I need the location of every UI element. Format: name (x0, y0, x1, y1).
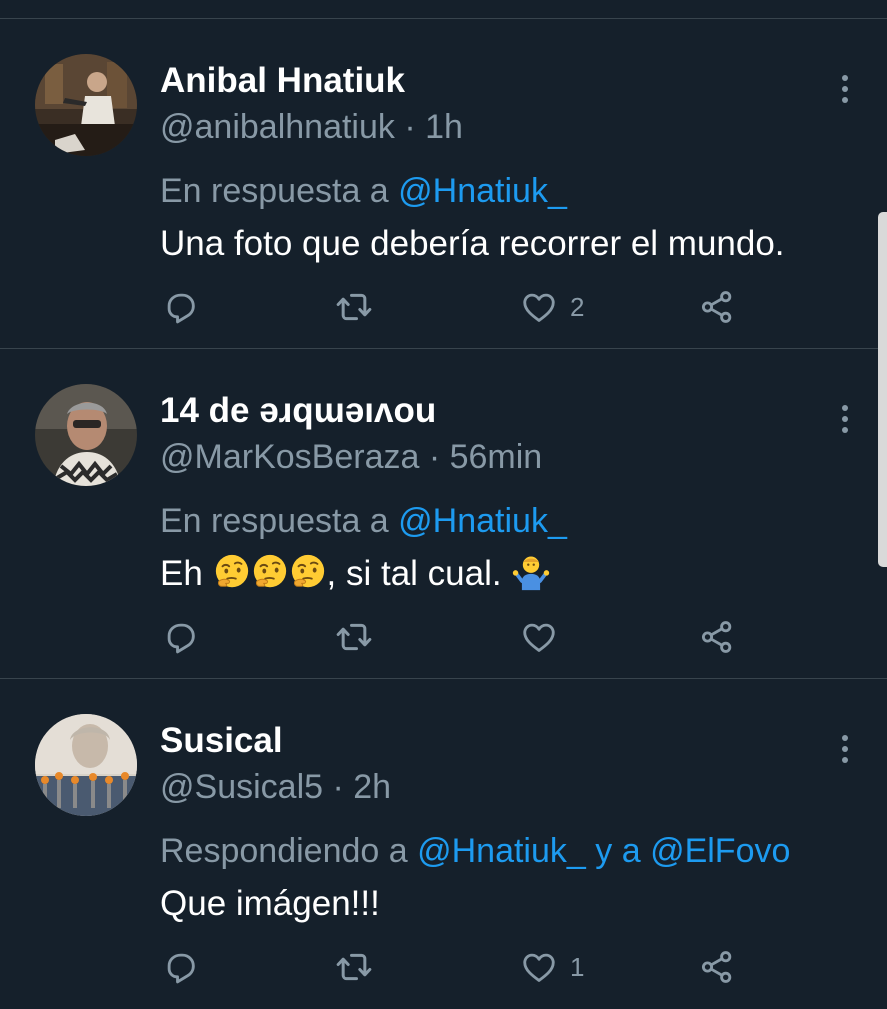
reply-button[interactable] (162, 617, 200, 657)
share-button[interactable] (698, 947, 736, 987)
reply-icon (162, 618, 200, 656)
thinking-face-emoji (213, 553, 251, 591)
avatar-susical[interactable] (35, 714, 137, 816)
retweet-icon (334, 287, 374, 327)
share-icon (698, 948, 736, 986)
display-name[interactable]: 14 de ǝɹqɯǝıʌou (160, 391, 436, 431)
reply-prefix: Respondiendo a (160, 832, 418, 870)
retweet-icon (334, 617, 374, 657)
retweet-icon (334, 947, 374, 987)
tweet-text: Eh , si tal cual. (160, 553, 551, 595)
share-icon (698, 618, 736, 656)
mention-link[interactable]: @ElFovo (650, 832, 790, 870)
timestamp[interactable]: 2h (353, 768, 391, 806)
reply-context: En respuesta a @Hnatiuk_ (160, 171, 567, 211)
tweet[interactable]: Anibal Hnatiuk @anibalhnatiuk · 1h En re… (0, 19, 887, 349)
reply-button[interactable] (162, 287, 200, 327)
reply-prefix: En respuesta a (160, 502, 399, 540)
like-count: 1 (570, 951, 585, 982)
man-shrugging-emoji (511, 553, 551, 591)
share-icon (698, 288, 736, 326)
like-button[interactable]: 2 (520, 287, 584, 327)
heart-icon (520, 618, 558, 656)
handle[interactable]: @anibalhnatiuk (160, 108, 395, 146)
thinking-face-emoji (251, 553, 289, 591)
retweet-button[interactable] (334, 287, 374, 327)
mention-link[interactable]: @Hnatiuk_ (417, 832, 586, 870)
handle[interactable]: @Susical5 (160, 768, 323, 806)
display-name[interactable]: Anibal Hnatiuk (160, 61, 405, 101)
share-button[interactable] (698, 287, 736, 327)
heart-icon (520, 288, 558, 326)
reply-icon (162, 948, 200, 986)
reply-prefix: En respuesta a (160, 172, 399, 210)
like-button[interactable]: 1 (520, 947, 584, 987)
tweet[interactable]: Susical @Susical5 · 2h Respondiendo a @H… (0, 679, 887, 1009)
mention-link[interactable]: @Hnatiuk_ (398, 172, 567, 210)
tweet-text: Que imágen!!! (160, 884, 380, 923)
retweet-button[interactable] (334, 617, 374, 657)
more-vertical-icon[interactable] (830, 401, 860, 437)
handle-line: @anibalhnatiuk · 1h (160, 107, 463, 147)
timestamp[interactable]: 56min (450, 438, 543, 476)
reply-context: Respondiendo a @Hnatiuk_ y a @ElFovo (160, 831, 790, 871)
handle-line: @MarKosBeraza · 56min (160, 437, 542, 477)
separator: · (419, 438, 450, 476)
tweet-text-start: Eh (160, 554, 213, 593)
tweet-text-end: , si tal cual. (326, 554, 512, 593)
separator: · (394, 108, 426, 146)
tweet-text: Una foto que debería recorrer el mundo. (160, 224, 785, 263)
handle[interactable]: @MarKosBeraza (160, 438, 419, 476)
like-count: 2 (570, 291, 585, 322)
reply-joiner: y a (585, 832, 651, 870)
avatar-markos[interactable] (35, 384, 137, 486)
like-button[interactable] (520, 617, 570, 657)
display-name[interactable]: Susical (160, 721, 283, 761)
share-button[interactable] (698, 617, 736, 657)
thinking-face-emoji (289, 553, 327, 591)
more-vertical-icon[interactable] (830, 71, 860, 107)
retweet-button[interactable] (334, 947, 374, 987)
mention-link[interactable]: @Hnatiuk_ (398, 502, 567, 540)
more-vertical-icon[interactable] (830, 731, 860, 767)
reply-button[interactable] (162, 947, 200, 987)
avatar-anibal[interactable] (35, 54, 137, 156)
heart-icon (520, 948, 558, 986)
scrollbar[interactable] (878, 212, 887, 567)
reply-icon (162, 288, 200, 326)
handle-line: @Susical5 · 2h (160, 767, 391, 807)
reply-context: En respuesta a @Hnatiuk_ (160, 501, 567, 541)
tweet[interactable]: 14 de ǝɹqɯǝıʌou @MarKosBeraza · 56min En… (0, 349, 887, 679)
separator: · (323, 768, 354, 806)
timestamp[interactable]: 1h (425, 108, 463, 146)
